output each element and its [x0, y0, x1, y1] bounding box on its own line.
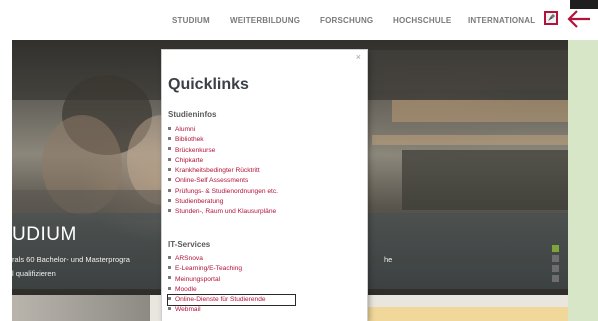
quicklink-chipkarte[interactable]: Chipkarte	[168, 156, 278, 166]
slider-dot[interactable]	[552, 255, 559, 262]
quicklink-meinungsportal[interactable]: Meinungsportal	[168, 275, 295, 285]
quicklink-self-assessments[interactable]: Online-Self Assessments	[168, 176, 278, 186]
quicklinks-toggle-button[interactable]	[544, 11, 558, 25]
quicklink-alumni[interactable]: Alumni	[168, 125, 278, 135]
quicklink-brueckenkurse[interactable]: Brückenkurse	[168, 146, 278, 156]
quicklink-pruefungsordnungen[interactable]: Prüfungs- & Studienordnungen etc.	[168, 187, 278, 197]
quicklink-moodle[interactable]: Moodle	[168, 285, 295, 295]
nav-item-forschung[interactable]: FORSCHUNG	[320, 16, 373, 25]
slider-dot[interactable]	[552, 275, 559, 282]
section-heading-it-services: IT-Services	[168, 240, 211, 249]
arrow-left-icon	[567, 10, 590, 28]
side-panel	[568, 40, 598, 321]
quicklink-studienberatung[interactable]: Studienberatung	[168, 197, 278, 207]
quicklink-elearning[interactable]: E-Learning/E-Teaching	[168, 264, 295, 274]
modal-title: Quicklinks	[168, 76, 249, 93]
quicklink-arsnova[interactable]: ARSnova	[168, 254, 295, 264]
slider-dot[interactable]	[552, 265, 559, 272]
hero-text-line: l qualifizieren	[12, 269, 56, 278]
slider-navigation	[552, 245, 560, 285]
teaser-highlight	[368, 307, 568, 321]
main-navigation: STUDIUM WEITERBILDUNG FORSCHUNG HOCHSCHU…	[0, 0, 540, 40]
slider-dot[interactable]	[552, 245, 559, 252]
nav-item-international[interactable]: INTERNATIONAL	[468, 16, 535, 25]
teaser-image[interactable]	[12, 295, 150, 321]
link-list-studieninfos: Alumni Bibliothek Brückenkurse Chipkarte…	[168, 125, 278, 218]
quicklink-online-dienste[interactable]: Online-Dienste für Studierende	[167, 294, 296, 307]
link-list-it-services: ARSnova E-Learning/E-Teaching Meinungspo…	[167, 254, 296, 316]
quicklink-ruecktritt[interactable]: Krankheitsbedingter Rücktritt	[168, 166, 278, 176]
corner-bar	[570, 0, 598, 9]
quicklinks-modal: × Quicklinks Studieninfos Alumni Bibliot…	[162, 50, 367, 321]
nav-item-weiterbildung[interactable]: WEITERBILDUNG	[230, 16, 300, 25]
hero-text-line: rals 60 Bachelor- und Masterprogra	[12, 255, 130, 264]
hero-title: UDIUM	[12, 224, 77, 245]
nav-item-studium[interactable]: STUDIUM	[172, 16, 210, 25]
quicklink-webmail[interactable]: Webmail	[168, 305, 295, 315]
bookmark-icon	[548, 14, 555, 21]
quicklink-plaene[interactable]: Stunden-, Raum und Klausurpläne	[168, 207, 278, 217]
hero-text-fragment: he	[384, 255, 393, 264]
top-bar: STUDIUM WEITERBILDUNG FORSCHUNG HOCHSCHU…	[0, 0, 598, 40]
close-icon[interactable]: ×	[356, 52, 361, 62]
quicklink-bibliothek[interactable]: Bibliothek	[168, 135, 278, 145]
section-heading-studieninfos: Studieninfos	[168, 110, 217, 119]
nav-item-hochschule[interactable]: HOCHSCHULE	[393, 16, 451, 25]
